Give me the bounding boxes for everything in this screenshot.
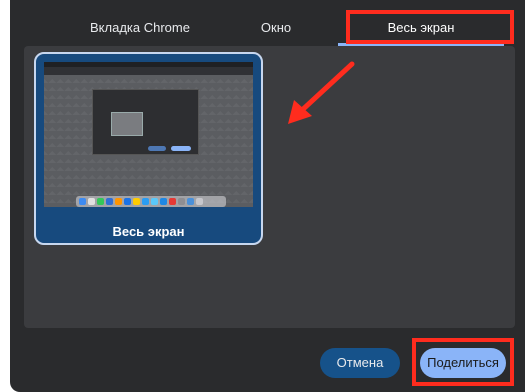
screen-source-card[interactable]: Весь экран [34, 52, 263, 245]
tab-chrome-tab[interactable]: Вкладка Chrome [70, 10, 210, 46]
cancel-button[interactable]: Отмена [320, 348, 400, 378]
screen-thumbnail [44, 62, 253, 207]
screen-source-label: Весь экран [112, 224, 185, 239]
annotation-highlight-tab [346, 10, 514, 44]
annotation-highlight-share [412, 338, 514, 386]
annotation-arrow-icon [288, 61, 355, 124]
tab-window[interactable]: Окно [236, 10, 316, 46]
